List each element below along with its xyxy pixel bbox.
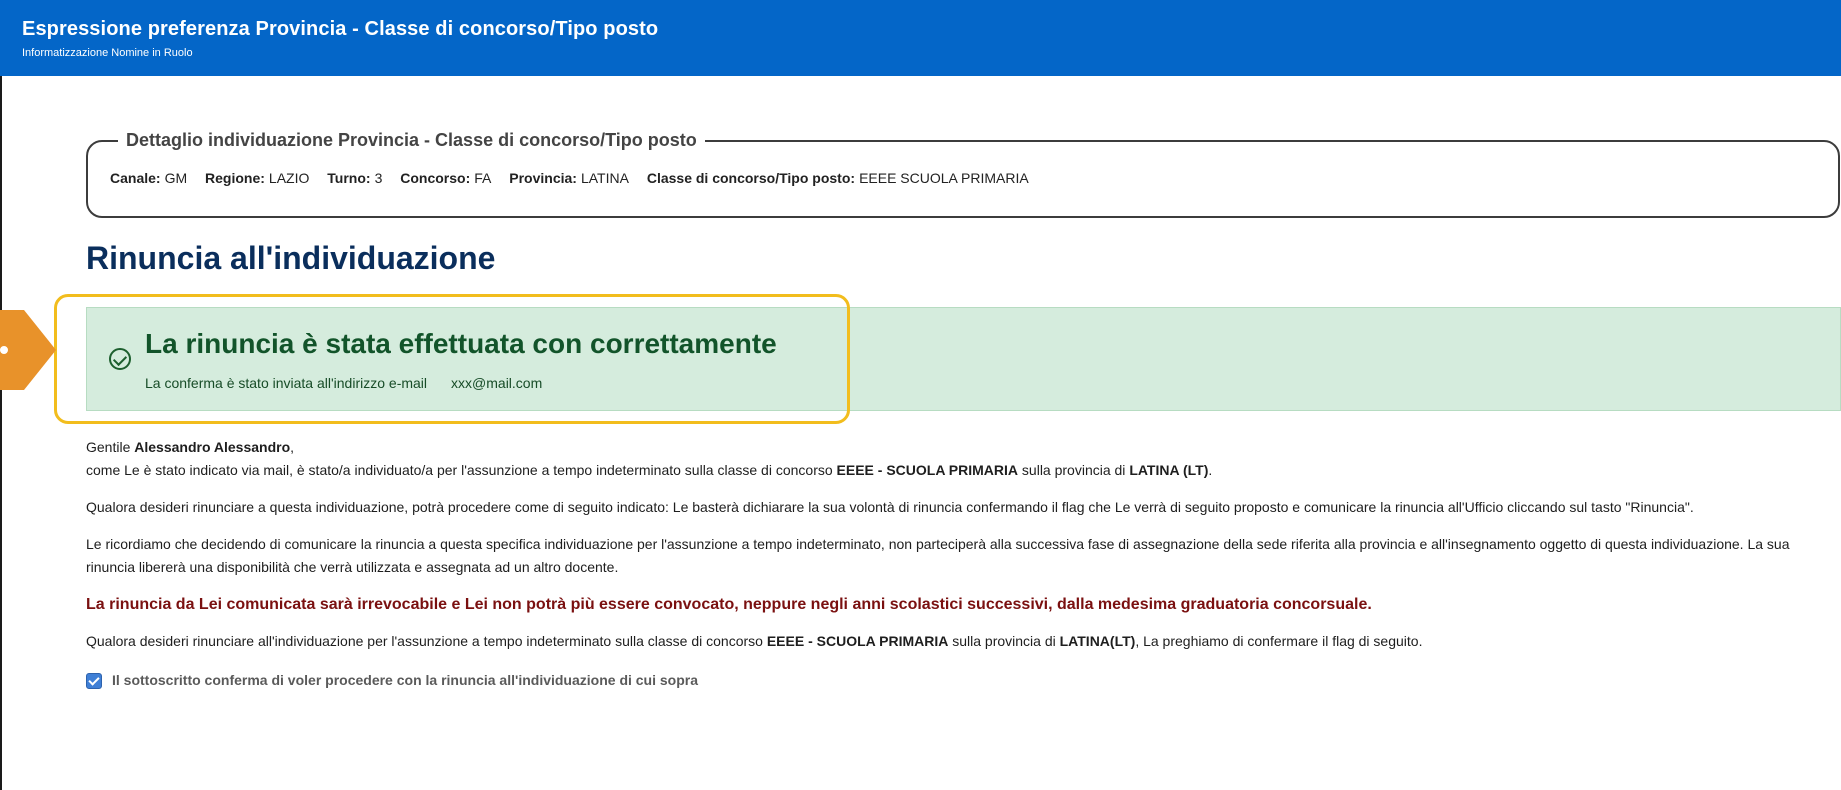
intro-text-1: come Le è stato indicato via mail, è sta… (86, 462, 837, 478)
detail-value-canale: GM (164, 170, 188, 186)
confirm-class: EEEE - SCUOLA PRIMARIA (766, 633, 949, 649)
alert-highlight-box (54, 294, 850, 424)
greeting-prefix: Gentile (86, 439, 135, 455)
paragraph-rinuncia: Qualora desideri rinunciare a questa ind… (86, 499, 1694, 515)
app-header: Espressione preferenza Provincia - Class… (0, 0, 1841, 76)
page-subtitle: Informatizzazione Nomine in Ruolo (22, 47, 193, 59)
detail-fields: Canale: GM Regione: LAZIO Turno: 3 Concorso… (110, 170, 1043, 186)
confirm-text-2: sulla provincia di (948, 633, 1060, 649)
confirm-text-3: , La preghiamo di confermare il flag di … (1135, 633, 1423, 649)
detail-value-provincia: LATINA (580, 170, 629, 186)
paragraph-ricordiamo: Le ricordiamo che decidendo di comunicar… (86, 536, 1790, 575)
intro-class: EEEE - SCUOLA PRIMARIA (836, 462, 1019, 478)
confirm-checkbox-row[interactable]: Il sottoscritto conferma di voler proced… (86, 669, 1826, 692)
greeting: Gentile Alessandro Alessandro, (86, 436, 1826, 459)
detail-label-classe: Classe di concorso/Tipo posto: (646, 170, 856, 186)
intro-text-3: . (1208, 462, 1213, 478)
paragraph-confirm: Qualora desideri rinunciare all'individu… (86, 630, 1826, 653)
greeting-name: Alessandro Alessandro (134, 439, 291, 455)
detail-value-regione: LAZIO (268, 170, 310, 186)
confirm-province: LATINA(LT) (1059, 633, 1136, 649)
detail-legend: Dettaglio individuazione Provincia - Cla… (118, 130, 705, 151)
detail-label-regione: Regione: (205, 170, 265, 186)
detail-fieldset: Dettaglio individuazione Provincia - Cla… (86, 130, 1840, 218)
intro-province: LATINA (LT) (1129, 462, 1209, 478)
detail-label-turno: Turno: (327, 170, 371, 186)
detail-value-turno: 3 (374, 170, 383, 186)
detail-value-concorso: FA (474, 170, 492, 186)
section-title: Rinuncia all'individuazione (86, 240, 496, 276)
intro-text-2: sulla provincia di (1018, 462, 1130, 478)
confirm-text-1: Qualora desideri rinunciare all'individu… (86, 633, 767, 649)
detail-label-canale: Canale: (110, 170, 161, 186)
intro-paragraph: come Le è stato indicato via mail, è sta… (86, 459, 1826, 482)
confirm-checkbox[interactable] (86, 672, 102, 689)
detail-label-provincia: Provincia: (509, 170, 577, 186)
detail-label-concorso: Concorso: (400, 170, 471, 186)
page-title: Espressione preferenza Provincia - Class… (22, 18, 659, 40)
arrow-pointer-icon (0, 310, 56, 390)
warning-text: La rinuncia da Lei comunicata sarà irrev… (86, 596, 1372, 613)
greeting-suffix: , (290, 439, 295, 455)
confirm-checkbox-label[interactable]: Il sottoscritto conferma di voler proced… (112, 669, 698, 692)
body-text: Gentile Alessandro Alessandro, come Le è… (86, 436, 1826, 692)
detail-value-classe: EEEE SCUOLA PRIMARIA (859, 170, 1029, 186)
